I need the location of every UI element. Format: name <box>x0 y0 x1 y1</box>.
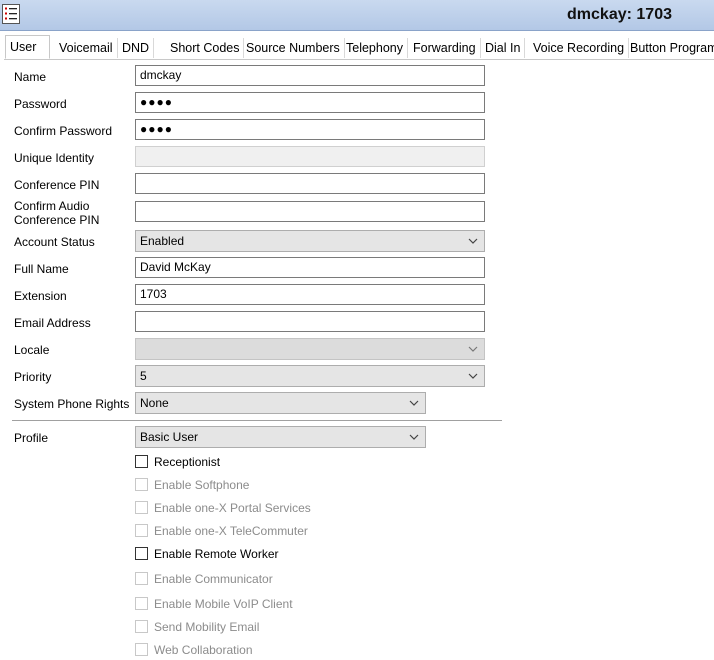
tab-telephony[interactable]: Telephony <box>342 38 408 58</box>
enable-mobile-voip-label: Enable Mobile VoIP Client <box>154 597 293 611</box>
chevron-down-icon <box>468 346 478 352</box>
system-phone-rights-value: None <box>140 396 169 410</box>
extension-field[interactable]: 1703 <box>135 284 485 305</box>
unique-identity-label: Unique Identity <box>14 151 95 165</box>
web-collaboration-checkbox <box>135 643 148 656</box>
profile-label: Profile <box>14 431 49 445</box>
send-mobility-email-label: Send Mobility Email <box>154 620 260 634</box>
system-phone-rights-label: System Phone Rights <box>14 397 130 411</box>
account-status-value: Enabled <box>140 234 185 248</box>
tab-voice-recording[interactable]: Voice Recording <box>529 38 630 58</box>
chevron-down-icon <box>468 373 478 379</box>
receptionist-label: Receptionist <box>154 455 221 469</box>
window-title: dmckay: 1703 <box>567 6 672 23</box>
name-label: Name <box>14 70 47 84</box>
tab-user[interactable]: User <box>5 35 50 59</box>
name-field[interactable]: dmckay <box>135 65 485 86</box>
locale-select[interactable] <box>135 338 485 360</box>
confirm-audio-pin-label-line1: Confirm Audio <box>14 199 90 213</box>
extension-label: Extension <box>14 289 67 303</box>
email-field[interactable] <box>135 311 485 332</box>
enable-softphone-checkbox <box>135 478 148 491</box>
confirm-audio-pin-label-line2: Conference PIN <box>14 213 100 227</box>
account-status-label: Account Status <box>14 235 95 249</box>
priority-label: Priority <box>14 370 52 384</box>
receptionist-checkbox[interactable] <box>135 455 148 468</box>
enable-onex-telecommuter-checkbox <box>135 524 148 537</box>
enable-mobile-voip-checkbox <box>135 597 148 610</box>
chevron-down-icon <box>468 238 478 244</box>
tab-dnd[interactable]: DND <box>118 38 155 58</box>
password-field[interactable]: ●●●● <box>135 92 485 113</box>
send-mobility-email-checkbox <box>135 620 148 633</box>
tab-voicemail[interactable]: Voicemail <box>55 38 118 58</box>
enable-softphone-label: Enable Softphone <box>154 478 250 492</box>
account-status-select[interactable]: Enabled <box>135 230 485 252</box>
enable-onex-portal-checkbox <box>135 501 148 514</box>
conference-pin-field[interactable] <box>135 173 485 194</box>
enable-onex-portal-label: Enable one-X Portal Services <box>154 501 311 515</box>
tab-strip: User Voicemail DND Short Codes Source Nu… <box>4 35 714 60</box>
full-name-label: Full Name <box>14 262 69 276</box>
web-collaboration-label: Web Collaboration <box>154 643 253 657</box>
tab-forwarding[interactable]: Forwarding <box>409 38 481 58</box>
confirm-audio-pin-field[interactable] <box>135 201 485 222</box>
tab-dial-in[interactable]: Dial In <box>481 38 526 58</box>
priority-select[interactable]: 5 <box>135 365 485 387</box>
email-label: Email Address <box>14 316 91 330</box>
profile-select[interactable]: Basic User <box>135 426 426 448</box>
full-name-field[interactable]: David McKay <box>135 257 485 278</box>
section-divider <box>12 420 502 421</box>
confirm-password-label: Confirm Password <box>14 124 113 138</box>
confirm-password-field[interactable]: ●●●● <box>135 119 485 140</box>
enable-onex-telecommuter-label: Enable one-X TeleCommuter <box>154 524 308 538</box>
priority-value: 5 <box>140 369 147 383</box>
enable-remote-worker-checkbox[interactable] <box>135 547 148 560</box>
tab-source-numbers[interactable]: Source Numbers <box>242 38 345 58</box>
list-icon[interactable] <box>2 4 20 24</box>
enable-communicator-checkbox <box>135 572 148 585</box>
password-label: Password <box>14 97 67 111</box>
tab-short-codes[interactable]: Short Codes <box>166 38 245 58</box>
chevron-down-icon <box>409 400 419 406</box>
chevron-down-icon <box>409 434 419 440</box>
system-phone-rights-select[interactable]: None <box>135 392 426 414</box>
profile-value: Basic User <box>140 430 199 444</box>
enable-remote-worker-label: Enable Remote Worker <box>154 547 279 561</box>
unique-identity-field <box>135 146 485 167</box>
locale-label: Locale <box>14 343 50 357</box>
conference-pin-label: Conference PIN <box>14 178 100 192</box>
tab-button-program[interactable]: Button Program <box>626 38 714 58</box>
title-bar: dmckay: 1703 <box>0 0 714 31</box>
enable-communicator-label: Enable Communicator <box>154 572 273 586</box>
